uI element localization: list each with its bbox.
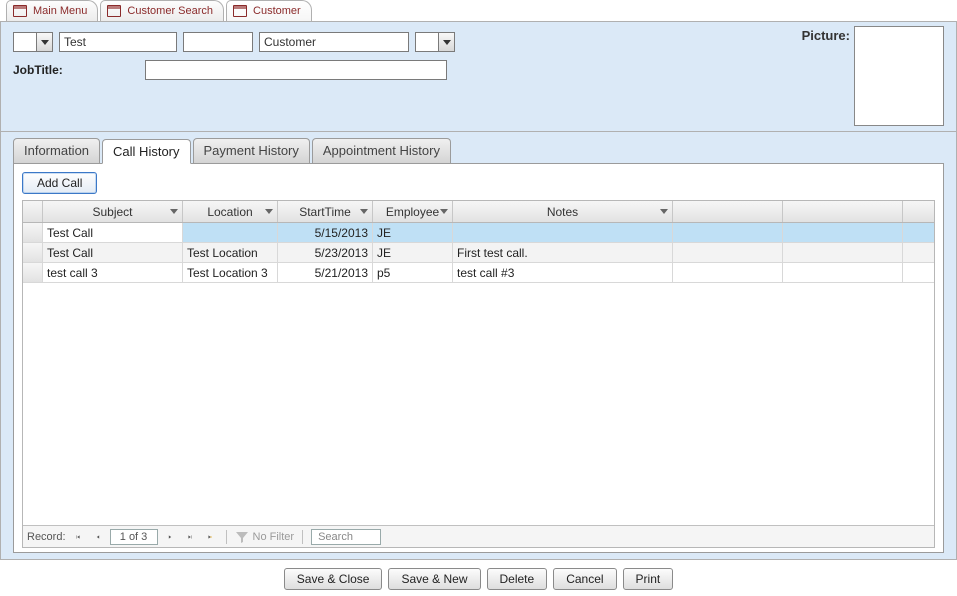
- table-row[interactable]: test call 3 Test Location 3 5/21/2013 p5…: [23, 263, 934, 283]
- chevron-down-icon: [36, 33, 52, 51]
- filter-indicator[interactable]: No Filter: [235, 530, 295, 544]
- chevron-down-icon: [440, 209, 448, 214]
- cell-employee[interactable]: p5: [373, 263, 453, 282]
- column-notes[interactable]: Notes: [453, 201, 673, 222]
- form-action-bar: Save & Close Save & New Delete Cancel Pr…: [0, 560, 957, 596]
- call-history-panel: Add Call Subject Location StartTime Empl…: [13, 163, 944, 553]
- column-blank[interactable]: [783, 201, 903, 222]
- subtab-call-history[interactable]: Call History: [102, 139, 190, 164]
- chevron-down-icon: [438, 33, 454, 51]
- record-label: Record:: [27, 531, 66, 543]
- window-tab-bar: Main Menu Customer Search Customer: [0, 0, 957, 22]
- cell-notes[interactable]: First test call.: [453, 243, 673, 262]
- chevron-down-icon: [360, 209, 368, 214]
- tab-label: Main Menu: [33, 5, 87, 17]
- delete-button[interactable]: Delete: [487, 568, 548, 590]
- picture-label: Picture:: [802, 28, 850, 43]
- nav-new-button[interactable]: [202, 529, 218, 545]
- tab-label: Customer: [253, 5, 301, 17]
- cell-location[interactable]: Test Location: [183, 243, 278, 262]
- middle-name-field[interactable]: [183, 32, 253, 52]
- form-icon: [233, 5, 247, 17]
- record-position[interactable]: 1 of 3: [110, 529, 158, 545]
- row-selector-header[interactable]: [23, 201, 43, 222]
- nav-last-button[interactable]: [182, 529, 198, 545]
- column-employee[interactable]: Employee: [373, 201, 453, 222]
- first-name-field[interactable]: Test: [59, 32, 177, 52]
- form-icon: [13, 5, 27, 17]
- detail-subtabs: Information Call History Payment History…: [0, 132, 957, 560]
- customer-header: Test Customer JobTitle: Picture:: [0, 22, 957, 132]
- cell-location[interactable]: [183, 223, 278, 242]
- cell-notes[interactable]: [453, 223, 673, 242]
- column-start-time[interactable]: StartTime: [278, 201, 373, 222]
- filter-icon: [235, 530, 249, 544]
- last-name-field[interactable]: Customer: [259, 32, 409, 52]
- grid-header: Subject Location StartTime Employee Note…: [23, 201, 934, 223]
- column-blank[interactable]: [673, 201, 783, 222]
- cell-start-time[interactable]: 5/23/2013: [278, 243, 373, 262]
- chevron-down-icon: [265, 209, 273, 214]
- cell-notes[interactable]: test call #3: [453, 263, 673, 282]
- subtab-payment-history[interactable]: Payment History: [193, 138, 310, 163]
- cell-subject[interactable]: Test Call: [43, 223, 183, 242]
- suffix-combo[interactable]: [415, 32, 455, 52]
- chevron-down-icon: [170, 209, 178, 214]
- tab-customer[interactable]: Customer: [226, 0, 312, 21]
- grid-body[interactable]: Test Call 5/15/2013 JE Test Call Test Lo…: [23, 223, 934, 525]
- cell-location[interactable]: Test Location 3: [183, 263, 278, 282]
- row-selector[interactable]: [23, 243, 43, 262]
- job-title-field[interactable]: [145, 60, 447, 80]
- tab-main-menu[interactable]: Main Menu: [6, 0, 98, 21]
- cancel-button[interactable]: Cancel: [553, 568, 616, 590]
- table-row[interactable]: Test Call Test Location 5/23/2013 JE Fir…: [23, 243, 934, 263]
- row-selector[interactable]: [23, 263, 43, 282]
- nav-prev-button[interactable]: [90, 529, 106, 545]
- nav-next-button[interactable]: [162, 529, 178, 545]
- tab-customer-search[interactable]: Customer Search: [100, 0, 224, 21]
- form-icon: [107, 5, 121, 17]
- column-subject[interactable]: Subject: [43, 201, 183, 222]
- subtab-appointment-history[interactable]: Appointment History: [312, 138, 451, 163]
- table-row[interactable]: Test Call 5/15/2013 JE: [23, 223, 934, 243]
- call-history-grid: Subject Location StartTime Employee Note…: [22, 200, 935, 548]
- chevron-down-icon: [660, 209, 668, 214]
- cell-employee[interactable]: JE: [373, 243, 453, 262]
- picture-box[interactable]: [854, 26, 944, 126]
- save-new-button[interactable]: Save & New: [388, 568, 480, 590]
- job-title-label: JobTitle:: [13, 63, 73, 77]
- record-navigator: Record: 1 of 3 No Filter Search: [23, 525, 934, 547]
- add-call-button[interactable]: Add Call: [22, 172, 97, 194]
- cell-start-time[interactable]: 5/21/2013: [278, 263, 373, 282]
- subtab-information[interactable]: Information: [13, 138, 100, 163]
- tab-label: Customer Search: [127, 5, 213, 17]
- row-selector[interactable]: [23, 223, 43, 242]
- cell-employee[interactable]: JE: [373, 223, 453, 242]
- grid-search-input[interactable]: Search: [311, 529, 381, 545]
- nav-first-button[interactable]: [70, 529, 86, 545]
- print-button[interactable]: Print: [623, 568, 674, 590]
- cell-subject[interactable]: Test Call: [43, 243, 183, 262]
- column-location[interactable]: Location: [183, 201, 278, 222]
- prefix-combo[interactable]: [13, 32, 53, 52]
- cell-start-time[interactable]: 5/15/2013: [278, 223, 373, 242]
- cell-subject[interactable]: test call 3: [43, 263, 183, 282]
- save-close-button[interactable]: Save & Close: [284, 568, 383, 590]
